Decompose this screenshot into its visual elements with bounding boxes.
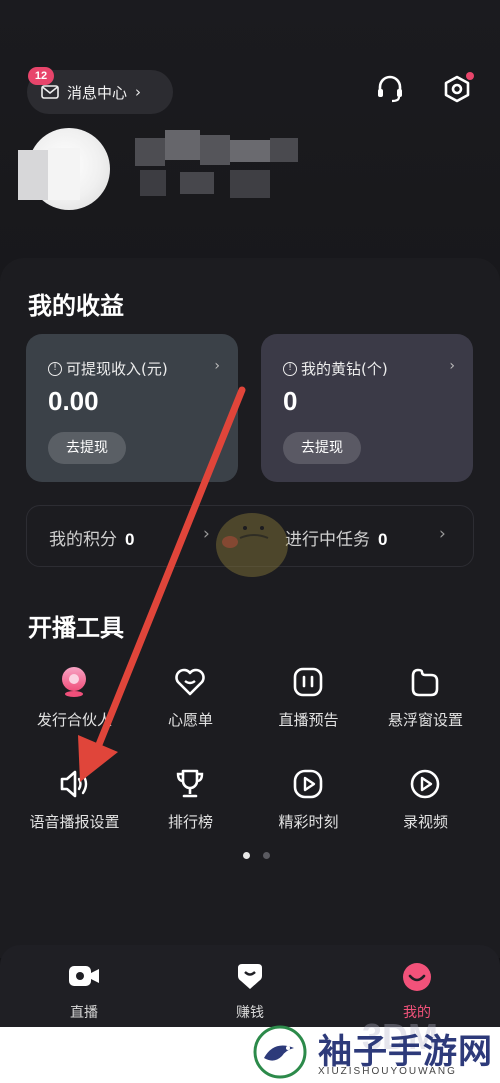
nav-label: 赚钱 <box>236 1005 264 1021</box>
chevron-right-icon: › <box>439 524 446 544</box>
withdrawable-income-card[interactable]: ! 可提现收入(元) › 0.00 去提现 <box>26 334 238 482</box>
pixel-block <box>200 135 230 165</box>
pixel-block <box>270 138 298 162</box>
nav-mine[interactable]: 我的 <box>367 962 467 1022</box>
settings-notification-dot <box>466 72 474 80</box>
tool-wishlist[interactable]: 心愿单 <box>128 665 253 745</box>
watermark-mascot-icon <box>216 513 288 577</box>
pixel-block <box>180 172 214 194</box>
withdrawable-label: 可提现收入(元) <box>66 360 168 378</box>
tool-label: 直播预告 <box>278 711 339 729</box>
customer-service-icon[interactable] <box>373 72 407 106</box>
chevron-right-icon: › <box>449 358 455 374</box>
points-value: 0 <box>125 530 135 549</box>
partner-icon <box>62 667 86 697</box>
pager-dot <box>263 852 270 859</box>
tool-record-video[interactable]: 录视频 <box>363 767 488 847</box>
tool-voice-broadcast[interactable]: 语音播报设置 <box>12 767 137 847</box>
play-circle-icon <box>293 769 323 799</box>
tool-highlights[interactable]: 精彩时刻 <box>246 767 371 847</box>
pixel-block <box>165 130 200 160</box>
tool-label: 悬浮窗设置 <box>387 711 463 729</box>
tool-label: 语音播报设置 <box>29 813 120 831</box>
nav-label: 直播 <box>70 1005 98 1021</box>
tools-title: 开播工具 <box>28 614 124 642</box>
message-badge: 12 <box>28 67 54 85</box>
points-item[interactable]: 我的积分 0 <box>49 525 134 550</box>
voice-broadcast-icon <box>60 770 88 798</box>
pixel-block <box>230 140 270 162</box>
pixel-block <box>230 170 270 198</box>
watermark-site-pinyin: XIUZISHOUYOUWANG <box>318 1066 457 1077</box>
tool-label: 排行榜 <box>167 813 213 831</box>
diamond-value: 0 <box>283 386 298 416</box>
chevron-right-icon: › <box>214 358 220 374</box>
tool-partner[interactable]: 发行合伙人 <box>12 665 137 745</box>
diamond-label: 我的黄钻(个) <box>301 360 388 378</box>
pixel-block <box>48 148 80 200</box>
diamond-label-row: ! 我的黄钻(个) <box>283 358 388 379</box>
pager-dot-active <box>243 852 250 859</box>
record-video-icon <box>410 769 440 799</box>
tool-float-window[interactable]: 悬浮窗设置 <box>363 665 488 745</box>
tasks-item[interactable]: 进行中任务 0 <box>285 525 387 550</box>
tool-label: 录视频 <box>402 813 448 831</box>
trophy-icon <box>176 769 204 798</box>
live-camera-icon <box>69 966 99 986</box>
nav-earn[interactable]: 赚钱 <box>200 962 300 1022</box>
mail-icon <box>41 85 59 99</box>
tool-label: 发行合伙人 <box>36 711 112 729</box>
profile-icon <box>403 963 431 991</box>
heart-icon <box>175 668 205 696</box>
info-icon: ! <box>283 361 297 376</box>
watermark-logo-icon <box>253 1025 307 1079</box>
earn-icon <box>238 964 262 989</box>
points-label: 我的积分 <box>49 530 117 550</box>
tasks-value: 0 <box>378 530 388 549</box>
nav-live[interactable]: 直播 <box>34 962 134 1022</box>
withdrawable-label-row: ! 可提现收入(元) <box>48 358 168 379</box>
tool-label: 精彩时刻 <box>278 813 339 831</box>
chevron-right-icon: › <box>135 83 142 101</box>
preview-icon <box>293 667 323 697</box>
withdrawable-value: 0.00 <box>48 386 99 416</box>
tool-live-preview[interactable]: 直播预告 <box>246 665 371 745</box>
info-icon: ! <box>48 361 62 376</box>
float-window-icon <box>411 668 439 697</box>
earnings-title: 我的收益 <box>28 292 124 320</box>
withdraw-button[interactable]: 去提现 <box>48 432 126 464</box>
diamond-card[interactable]: ! 我的黄钻(个) › 0 去提现 <box>261 334 473 482</box>
tool-leaderboard[interactable]: 排行榜 <box>128 767 253 847</box>
pixel-block <box>18 150 48 200</box>
pixel-block <box>135 138 165 166</box>
tool-label: 心愿单 <box>167 711 213 729</box>
diamond-withdraw-button[interactable]: 去提现 <box>283 432 361 464</box>
message-center-label: 消息中心 <box>67 83 128 102</box>
pixel-block <box>140 170 166 196</box>
